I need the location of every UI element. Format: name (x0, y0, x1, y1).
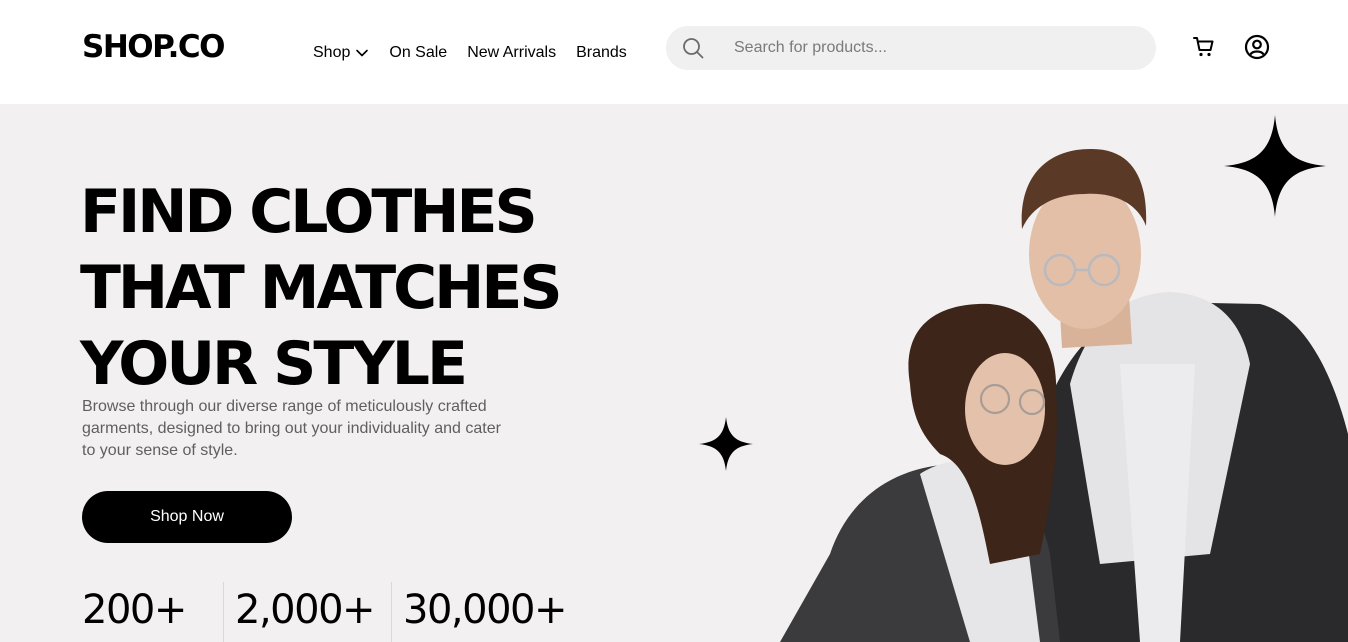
search-icon[interactable] (682, 37, 704, 64)
stat-customers: 30,000+ (403, 587, 567, 633)
nav-item-label: On Sale (389, 44, 448, 61)
hero-title-line: YOUR STYLE (80, 329, 468, 399)
nav-item-new-arrivals[interactable]: New Arrivals (467, 43, 556, 63)
nav-item-label: Shop (313, 44, 351, 61)
hero-subtitle: Browse through our diverse range of meti… (82, 398, 501, 459)
nav-item-label: Brands (576, 44, 627, 61)
stat-brands: 200+ (82, 587, 187, 633)
main-nav: Shop On Sale New Arrivals Brands (313, 43, 627, 63)
hero-title-line: FIND CLOTHES (80, 177, 538, 247)
account-icon[interactable] (1244, 34, 1270, 65)
shop-now-button[interactable]: Shop Now (82, 491, 292, 543)
hero-section: FIND CLOTHES THAT MATCHES YOUR STYLE Bro… (0, 104, 1348, 642)
chevron-down-icon (355, 46, 369, 60)
sparkle-icon (699, 417, 753, 476)
cart-icon[interactable] (1192, 35, 1216, 64)
nav-item-label: New Arrivals (467, 44, 557, 61)
logo[interactable]: SHOP.CO (82, 29, 226, 65)
search-bar[interactable] (666, 26, 1156, 70)
nav-item-brands[interactable]: Brands (576, 43, 627, 63)
search-input[interactable] (734, 26, 1134, 70)
stats-row: 200+ 2,000+ 30,000+ (82, 582, 567, 642)
nav-item-on-sale[interactable]: On Sale (389, 43, 447, 63)
hero-title-line: THAT MATCHES (80, 253, 563, 323)
hero-title: FIND CLOTHES THAT MATCHES YOUR STYLE (80, 174, 680, 402)
stat-products: 2,000+ (235, 587, 376, 633)
nav-item-shop[interactable]: Shop (313, 43, 369, 63)
site-header: SHOP.CO Shop On Sale New Arrivals Brands (0, 0, 1348, 104)
sparkle-icon (1224, 115, 1326, 222)
